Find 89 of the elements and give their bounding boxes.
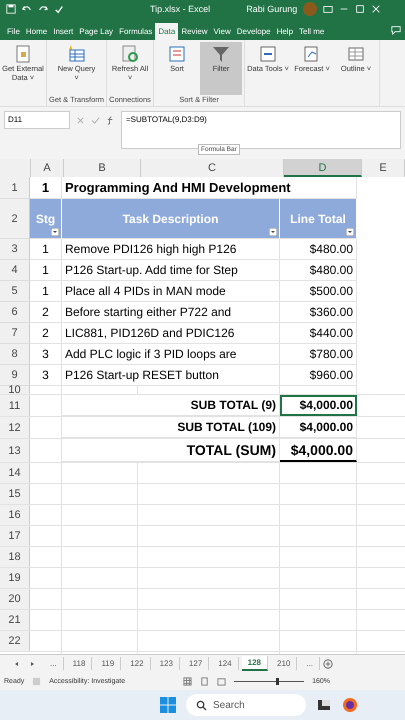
table-cell: P126 Start-up. Add time for Step <box>62 260 280 281</box>
user-name: Rabi Gurung <box>246 4 298 14</box>
column-heading: Task Description <box>62 199 280 239</box>
table-cell: P126 Start-up RESET button <box>62 365 280 386</box>
row-header[interactable]: 2 <box>0 199 30 239</box>
refresh-icon <box>120 44 140 64</box>
row-header[interactable]: 17 <box>0 526 30 546</box>
row-header[interactable]: 7 <box>0 323 30 344</box>
filter-icon <box>211 44 232 64</box>
table-cell: Remove PDI126 high high P126 <box>62 239 280 260</box>
sheet-tab[interactable]: 210 <box>271 657 298 670</box>
check-icon[interactable] <box>91 116 100 125</box>
row-header[interactable]: 21 <box>0 610 30 630</box>
sheet-tab[interactable]: 128 <box>242 656 268 671</box>
function-icon[interactable] <box>106 116 115 125</box>
maximize-icon[interactable] <box>355 4 366 14</box>
ribbon-tab[interactable]: Home <box>22 23 50 40</box>
row-header[interactable]: 19 <box>0 568 30 588</box>
ribbon-tab[interactable]: Formulas <box>116 23 156 40</box>
sheet-tab[interactable]: ... <box>44 657 64 670</box>
table-cell: Add PLC logic if 3 PID loops are <box>62 344 280 365</box>
zoom-slider[interactable] <box>234 677 304 685</box>
ribbon-tab[interactable]: Develope <box>234 23 274 40</box>
row-header[interactable]: 16 <box>0 505 30 525</box>
add-sheet-icon[interactable] <box>323 658 334 668</box>
row-header[interactable]: 20 <box>0 589 30 609</box>
table-cell: TOTAL (SUM) <box>62 439 280 462</box>
table-cell[interactable]: $4,000.00 <box>280 395 357 416</box>
filter-dropdown-icon[interactable] <box>346 228 354 236</box>
close-icon[interactable] <box>371 4 382 14</box>
page-layout-icon[interactable] <box>200 676 210 686</box>
row-header[interactable]: 3 <box>0 239 30 260</box>
normal-view-icon[interactable] <box>183 676 192 686</box>
sheet-tab[interactable]: 118 <box>66 657 92 670</box>
comment-icon[interactable] <box>391 25 401 35</box>
row-header[interactable]: 11 <box>0 395 30 416</box>
name-box[interactable]: D11 <box>4 111 70 129</box>
sheet-tab[interactable]: 122 <box>124 657 151 670</box>
previous-sheet-icon[interactable] <box>14 660 20 666</box>
ribbon-tab[interactable]: File <box>4 23 23 40</box>
row-header[interactable]: 5 <box>0 281 30 302</box>
save-icon[interactable] <box>6 4 16 14</box>
ribbon-tab[interactable]: Page Lay <box>76 23 116 40</box>
sheet-tab[interactable]: 127 <box>182 657 210 670</box>
row-header[interactable]: 4 <box>0 260 30 281</box>
ribbon-tab[interactable]: Tell me <box>296 23 328 40</box>
column-header[interactable]: D <box>284 159 362 177</box>
sort-icon <box>167 44 188 64</box>
window-title: Tip.xlsx - Excel <box>150 4 210 14</box>
row-header[interactable]: 15 <box>0 484 30 504</box>
row-header[interactable]: 18 <box>0 547 30 567</box>
ribbon-tab[interactable]: View <box>210 23 234 40</box>
row-header[interactable]: 14 <box>0 463 30 483</box>
table-cell: SUB TOTAL (109) <box>62 417 280 438</box>
filter-dropdown-icon[interactable] <box>51 228 59 236</box>
sheet-tab[interactable]: 123 <box>154 657 180 670</box>
sheet-tab[interactable]: 124 <box>212 657 239 670</box>
ribbon-tab[interactable]: Insert <box>50 23 76 40</box>
ribbon-tab[interactable]: Data <box>155 23 178 40</box>
taskbar-search[interactable]: Search <box>186 694 306 716</box>
row-header[interactable]: 6 <box>0 302 30 323</box>
row-header[interactable]: 22 <box>0 631 30 651</box>
ribbon-tab[interactable]: Review <box>178 23 211 40</box>
table-cell: SUB TOTAL (9) <box>62 395 280 416</box>
table-cell: Place all 4 PIDs in MAN mode <box>62 281 280 302</box>
row-header[interactable]: 1 <box>0 177 30 199</box>
sheet-tab[interactable]: 119 <box>95 657 122 670</box>
search-icon <box>196 700 207 710</box>
column-heading: Stg <box>30 199 62 239</box>
row-header[interactable]: 12 <box>0 417 30 438</box>
filter-dropdown-icon[interactable] <box>269 228 277 236</box>
page-break-icon[interactable] <box>217 676 226 686</box>
table-cell: Programming And HMI Development <box>62 177 357 199</box>
row-header[interactable]: 8 <box>0 344 30 365</box>
table-cell: LIC881, PID126D and PDIC126 <box>62 323 280 344</box>
app-icon[interactable] <box>316 697 332 713</box>
table-icon <box>66 44 87 64</box>
row-header[interactable]: 13 <box>0 439 30 462</box>
next-sheet-icon[interactable] <box>29 660 35 666</box>
table-cell: Before starting either P722 and <box>62 302 280 323</box>
column-header[interactable]: E <box>362 159 405 177</box>
sheet-tab[interactable]: ... <box>300 657 320 670</box>
ribbon-display-icon[interactable] <box>323 4 334 14</box>
browser-icon[interactable] <box>342 697 358 713</box>
start-icon[interactable] <box>160 697 176 713</box>
column-heading: Line Total <box>280 199 357 239</box>
row-header[interactable]: 9 <box>0 365 30 386</box>
ribbon-tab[interactable]: Help <box>274 23 296 40</box>
row-header[interactable]: 10 <box>0 386 30 394</box>
